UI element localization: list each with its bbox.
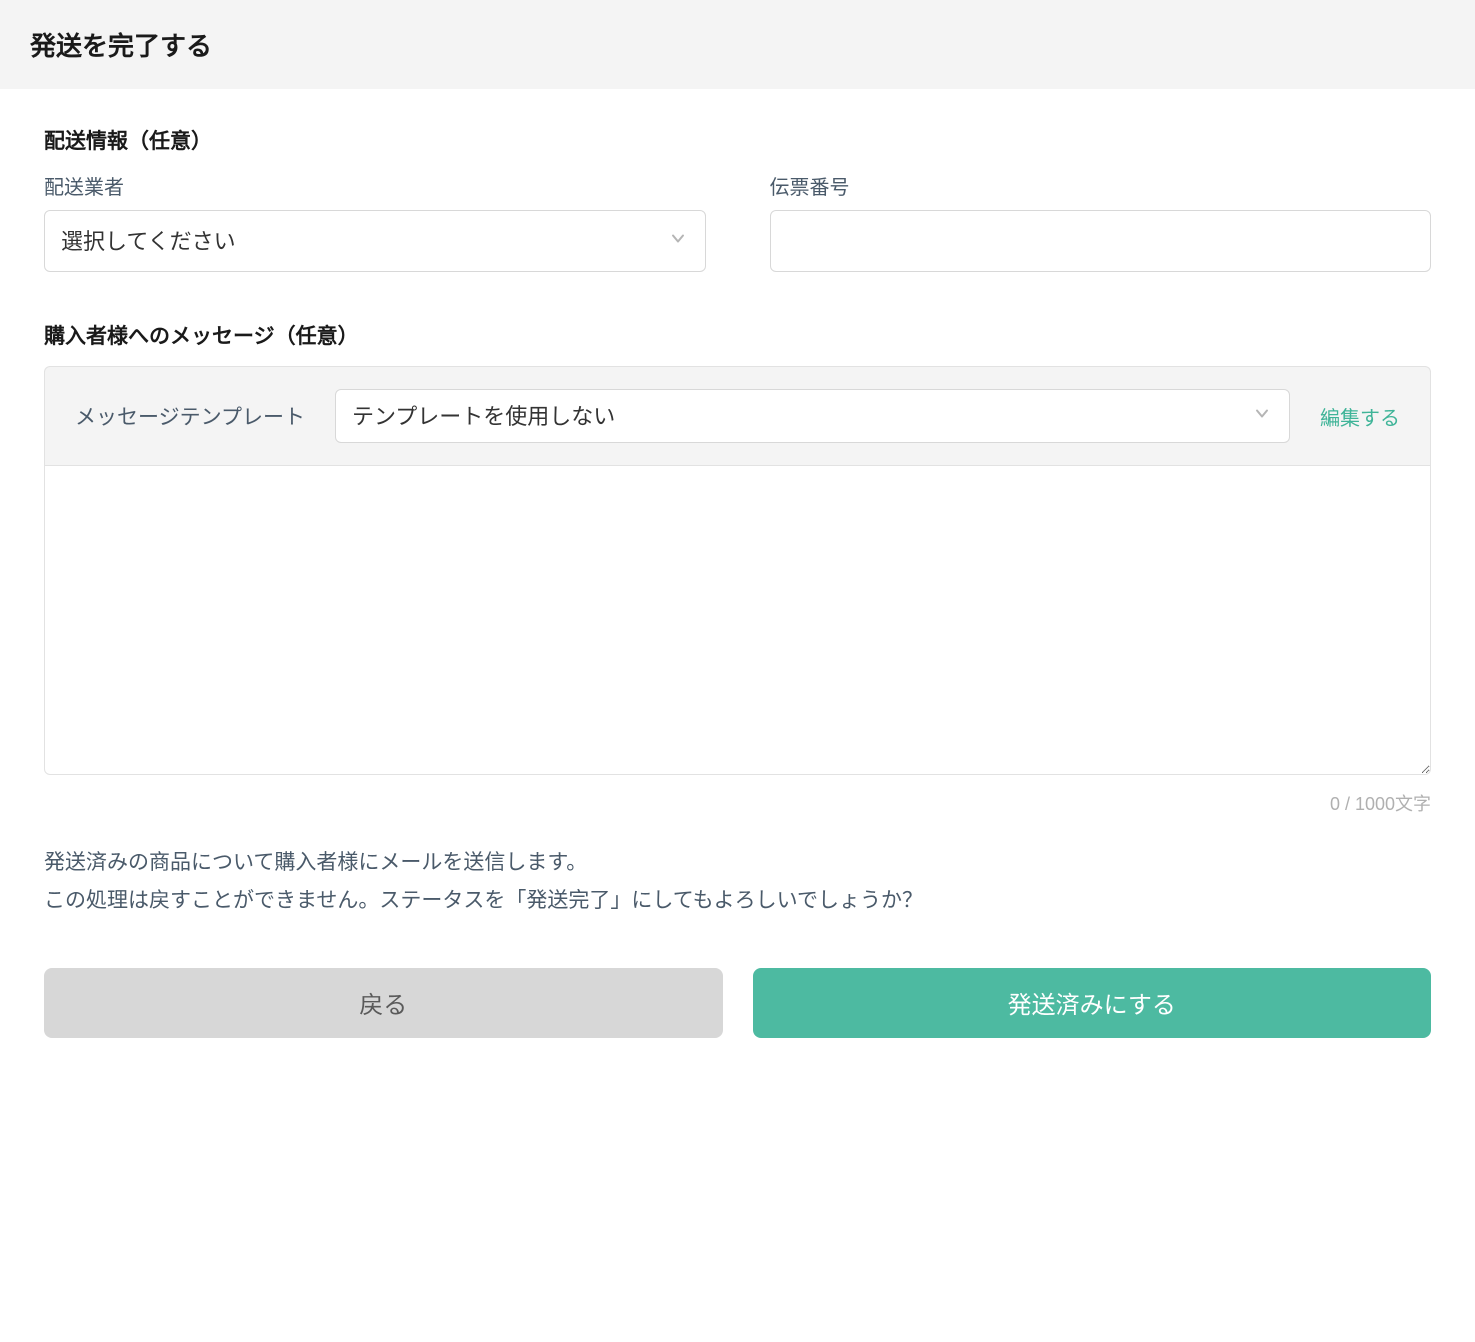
edit-template-link[interactable]: 編集する: [1320, 402, 1400, 431]
confirm-line2: この処理は戻すことができません。ステータスを「発送完了」にしてもよろしいでしょう…: [44, 889, 923, 912]
carrier-label: 配送業者: [44, 171, 706, 200]
shipping-section-title: 配送情報（任意）: [44, 125, 1431, 155]
template-label: メッセージテンプレート: [75, 401, 305, 431]
tracking-label: 伝票番号: [770, 171, 1432, 200]
page-title: 発送を完了する: [30, 26, 1445, 63]
shipping-fields-row: 配送業者 選択してください 伝票番号: [44, 171, 1431, 272]
page-content: 配送情報（任意） 配送業者 選択してください 伝票番号 購入者様へのメッセージ（…: [0, 89, 1475, 1082]
tracking-field: 伝票番号: [770, 171, 1432, 272]
carrier-select[interactable]: 選択してください: [44, 210, 706, 272]
template-select[interactable]: テンプレートを使用しない: [335, 389, 1290, 443]
message-textarea[interactable]: [44, 465, 1431, 775]
carrier-field: 配送業者 選択してください: [44, 171, 706, 272]
message-section-title: 購入者様へのメッセージ（任意）: [44, 320, 1431, 350]
carrier-select-wrap: 選択してください: [44, 210, 706, 272]
confirm-text: 発送済みの商品について購入者様にメールを送信します。 この処理は戻すことができま…: [44, 844, 1431, 920]
page-header: 発送を完了する: [0, 0, 1475, 89]
button-row: 戻る 発送済みにする: [44, 968, 1431, 1038]
tracking-input[interactable]: [770, 210, 1432, 272]
template-bar: メッセージテンプレート テンプレートを使用しない 編集する: [44, 366, 1431, 465]
back-button[interactable]: 戻る: [44, 968, 723, 1038]
submit-button[interactable]: 発送済みにする: [753, 968, 1432, 1038]
char-count: 0 / 1000文字: [44, 790, 1431, 816]
template-select-wrap: テンプレートを使用しない: [335, 389, 1290, 443]
confirm-line1: 発送済みの商品について購入者様にメールを送信します。: [44, 851, 587, 874]
